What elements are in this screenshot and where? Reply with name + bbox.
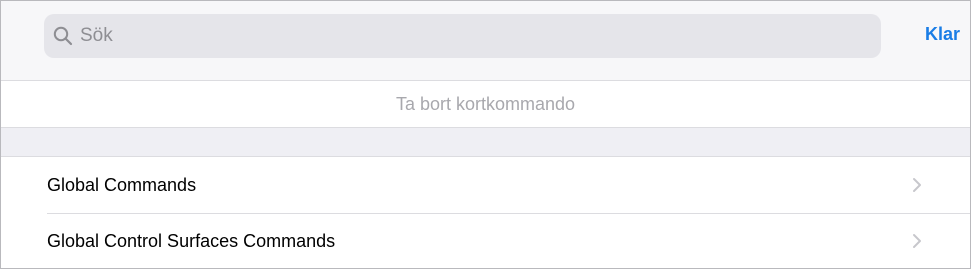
command-group-list: Global Commands Global Control Surfaces …: [1, 156, 970, 268]
search-field[interactable]: [44, 14, 881, 58]
list-item-label: Global Commands: [47, 174, 197, 195]
section-spacer: [1, 128, 970, 156]
list-item-label: Global Control Surfaces Commands: [47, 230, 336, 251]
search-input[interactable]: [80, 21, 860, 51]
done-button[interactable]: Klar: [925, 24, 960, 45]
list-item-global-commands[interactable]: Global Commands: [1, 157, 970, 213]
search-icon: [52, 25, 74, 47]
remove-shortcut-label: Ta bort kortkommando: [395, 93, 576, 114]
list-item-global-control-surfaces-commands[interactable]: Global Control Surfaces Commands: [1, 213, 970, 268]
chevron-right-icon: [912, 177, 922, 193]
remove-shortcut-button[interactable]: Ta bort kortkommando: [1, 81, 970, 128]
search-header: Klar: [1, 1, 970, 81]
shortcut-editor-panel: Klar Ta bort kortkommando Global Command…: [0, 0, 971, 269]
chevron-right-icon: [912, 233, 922, 249]
